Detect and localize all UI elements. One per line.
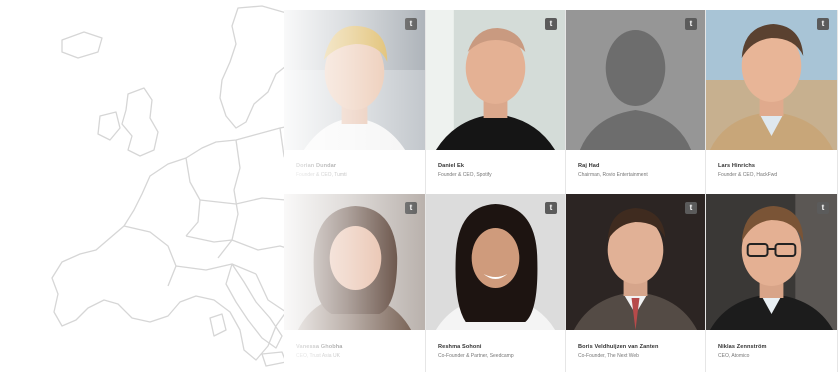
twitter-icon[interactable]: t [817,202,829,214]
profile-name: Boris Veldhuijzen van Zanten [578,344,659,350]
profile-card[interactable]: t Lars Hinrichs Founder & CEO, HackFwd [706,10,838,194]
profile-role: CEO, Atomico [718,353,750,359]
profile-role: Founder & CEO, Tumti [296,172,347,178]
profile-photo [566,10,705,150]
profile-name: Raj Had [578,163,600,169]
profile-photo [426,10,565,150]
profile-card[interactable]: t Vanessa Ghobha CEO, Trust Asia UK [284,194,426,372]
profile-role: Co-Founder & Partner, Seedcamp [438,353,514,359]
profile-card[interactable]: t Niklas Zennström CEO, Atomico [706,194,838,372]
profile-role: Founder & CEO, HackFwd [718,172,778,178]
profile-card[interactable]: t Reshma Sohoni Co-Founder & Partner, Se… [426,194,566,372]
profile-role: CEO, Trust Asia UK [296,353,340,359]
profile-card[interactable]: t Daniel Ek Founder & CEO, Spotify [426,10,566,194]
profile-card[interactable]: t Dorian Dundar Founder & CEO, Tumti [284,10,426,194]
profile-name: Niklas Zennström [718,344,767,350]
profile-name: Reshma Sohoni [438,344,482,350]
twitter-icon[interactable]: t [405,18,417,30]
twitter-icon[interactable]: t [685,202,697,214]
twitter-icon[interactable]: t [405,202,417,214]
twitter-icon[interactable]: t [545,18,557,30]
profile-photo [566,194,705,330]
profile-card[interactable]: t Raj Had Chairman, Rovio Entertainment [566,10,706,194]
profile-card[interactable]: t Boris Veldhuijzen van Zanten Co-Founde… [566,194,706,372]
profile-photo [426,194,565,330]
twitter-icon[interactable]: t [817,18,829,30]
profile-name: Daniel Ek [438,163,465,169]
profile-name: Dorian Dundar [296,163,337,169]
speaker-grid: t Dorian Dundar Founder & CEO, Tumti t D… [284,10,838,372]
profile-name: Lars Hinrichs [718,163,756,169]
profile-role: Founder & CEO, Spotify [438,172,492,178]
profile-name: Vanessa Ghobha [296,344,343,350]
twitter-icon[interactable]: t [545,202,557,214]
profile-photo [284,10,425,150]
profile-photo [284,194,425,330]
profile-photo [706,194,837,330]
profile-photo [706,10,837,150]
profile-role: Co-Founder, The Next Web [578,353,639,359]
twitter-icon[interactable]: t [685,18,697,30]
profile-role: Chairman, Rovio Entertainment [578,172,648,178]
